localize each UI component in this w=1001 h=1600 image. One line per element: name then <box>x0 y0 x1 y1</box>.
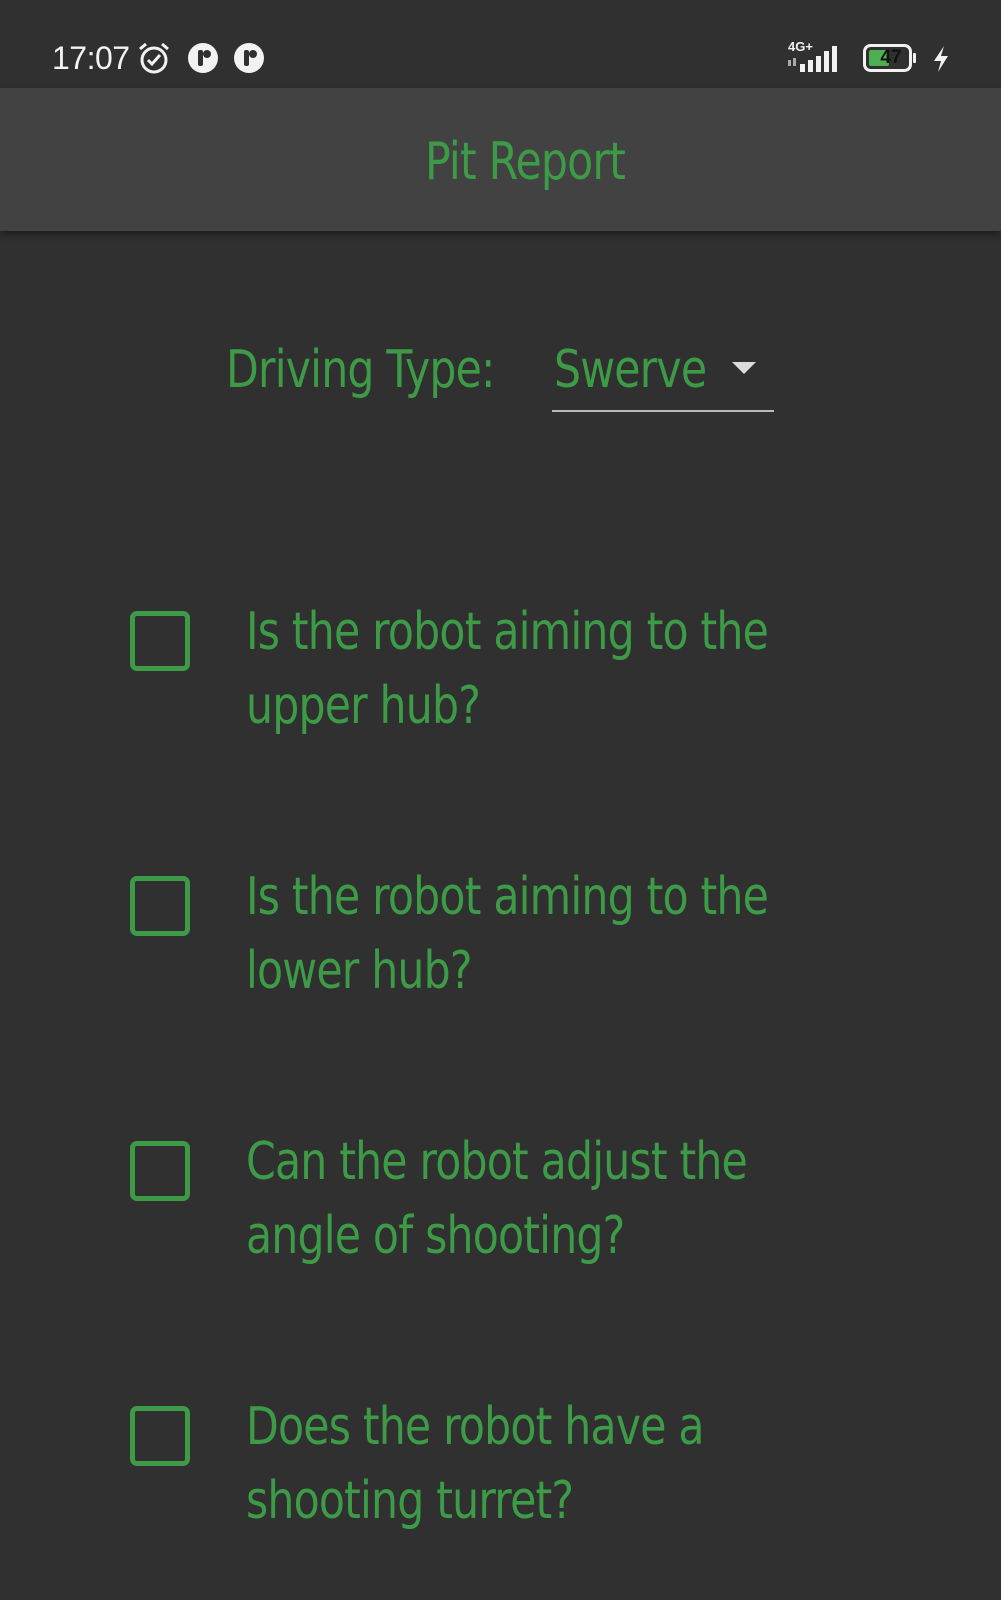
driving-type-dropdown[interactable]: Swerve <box>552 330 774 412</box>
question-item-adjust-angle: Can the robot adjust the angle of shooti… <box>0 1132 1001 1301</box>
question-item-lower-hub: Is the robot aiming to the lower hub? <box>0 867 1001 1036</box>
notification-app-icon <box>188 43 218 73</box>
charging-icon <box>934 46 948 72</box>
question-item-upper-hub: Is the robot aiming to the upper hub? <box>0 602 1001 771</box>
dropdown-arrow-icon <box>732 362 756 374</box>
app-bar: Pit Report <box>0 88 1001 231</box>
status-time: 17:07 <box>52 40 130 76</box>
notification-app-icon <box>234 43 264 73</box>
driving-type-label: Driving Type: <box>226 340 495 400</box>
question-label: Is the robot aiming to the upper hub? <box>246 602 769 736</box>
battery-level: 47 <box>880 47 902 68</box>
status-bar: 17:07 4G+ 47 <box>0 0 1001 88</box>
shooting-turret-checkbox[interactable] <box>130 1406 190 1466</box>
question-item-shooting-turret: Does the robot have a shooting turret? <box>0 1397 1001 1566</box>
alarm-icon <box>139 42 169 74</box>
page-title: Pit Report <box>424 132 626 192</box>
driving-type-row: Driving Type: Swerve <box>0 330 1001 420</box>
upper-hub-checkbox[interactable] <box>130 611 190 671</box>
question-label: Does the robot have a shooting turret? <box>246 1397 704 1531</box>
lower-hub-checkbox[interactable] <box>130 876 190 936</box>
signal-icon <box>788 46 837 72</box>
question-label: Can the robot adjust the angle of shooti… <box>246 1132 748 1266</box>
driving-type-selected-value: Swerve <box>554 340 707 400</box>
question-label: Is the robot aiming to the lower hub? <box>246 867 769 1001</box>
adjust-angle-checkbox[interactable] <box>130 1141 190 1201</box>
